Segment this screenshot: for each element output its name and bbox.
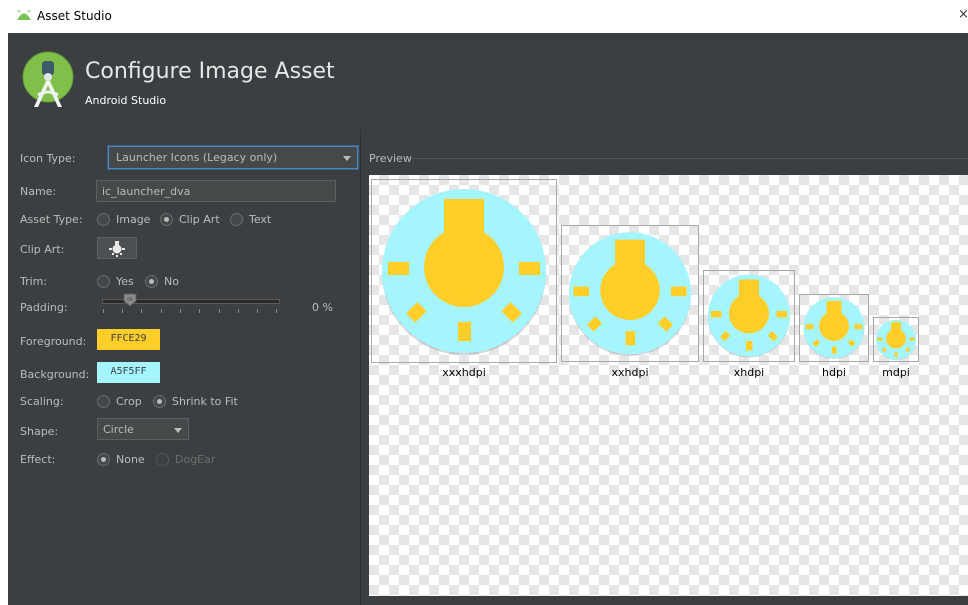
- trim-no-label: No: [164, 275, 179, 288]
- shape-dropdown[interactable]: Circle: [97, 418, 189, 440]
- trim-yes-radio[interactable]: [97, 275, 110, 288]
- android-icon: [17, 10, 31, 20]
- window-title-bar: Asset Studio ×: [0, 0, 968, 33]
- padding-label: Padding:: [20, 301, 68, 314]
- icon-preview-xxxhdpi: [378, 186, 550, 358]
- density-label-xhdpi: xhdpi: [733, 366, 765, 379]
- scaling-label: Scaling:: [20, 395, 64, 408]
- padding-value: 0 %: [312, 301, 333, 314]
- lightbulb-icon: [109, 241, 125, 257]
- name-value: ic_launcher_dva: [102, 185, 191, 198]
- effect-dogear-radio[interactable]: [156, 453, 169, 466]
- trim-label: Trim:: [20, 275, 48, 288]
- window-title: Asset Studio: [37, 9, 112, 23]
- preview-label: Preview: [369, 152, 412, 165]
- name-label: Name:: [20, 185, 57, 198]
- padding-slider-thumb[interactable]: [123, 293, 137, 307]
- asset-type-image-label: Image: [116, 213, 151, 226]
- icon-type-label: Icon Type:: [20, 152, 76, 165]
- name-field[interactable]: ic_launcher_dva: [96, 180, 336, 202]
- preview-separator: [412, 158, 968, 159]
- effect-label: Effect:: [20, 453, 56, 466]
- dialog-title: Configure Image Asset: [85, 59, 335, 84]
- close-button[interactable]: ×: [958, 7, 968, 22]
- density-label-mdpi: mdpi: [882, 366, 910, 379]
- foreground-color-button[interactable]: FFCE29: [97, 329, 160, 350]
- android-studio-logo: [22, 51, 74, 107]
- icon-type-dropdown[interactable]: Launcher Icons (Legacy only): [108, 146, 358, 169]
- icon-preview-mdpi: [875, 319, 917, 361]
- effect-dogear-label: DogEar: [175, 453, 216, 466]
- foreground-label: Foreground:: [20, 335, 87, 348]
- chevron-down-icon: [174, 428, 182, 433]
- density-label-xxhdpi: xxhdpi: [611, 366, 649, 379]
- dialog-subtitle: Android Studio: [85, 94, 167, 107]
- asset-type-image-radio[interactable]: [97, 213, 110, 226]
- clip-art-button[interactable]: [97, 237, 137, 259]
- chevron-down-icon: [343, 156, 351, 161]
- asset-type-clipart-radio[interactable]: [160, 213, 173, 226]
- scaling-crop-label: Crop: [116, 395, 142, 408]
- shape-label: Shape:: [20, 425, 59, 438]
- background-label: Background:: [20, 368, 90, 381]
- scaling-shrink-radio[interactable]: [153, 395, 166, 408]
- scaling-crop-radio[interactable]: [97, 395, 110, 408]
- icon-preview-hdpi: [802, 296, 866, 360]
- padding-slider-ticks: [103, 309, 277, 315]
- dialog-header: Configure Image Asset Android Studio: [8, 33, 968, 129]
- density-label-hdpi: hdpi: [822, 366, 846, 379]
- asset-type-clipart-label: Clip Art: [179, 213, 220, 226]
- scaling-shrink-label: Shrink to Fit: [172, 395, 238, 408]
- icon-preview-xxhdpi: [566, 230, 694, 358]
- trim-yes-label: Yes: [116, 275, 134, 288]
- density-label-xxxhdpi: xxxhdpi: [442, 366, 486, 379]
- clip-art-label: Clip Art:: [20, 243, 65, 256]
- asset-type-text-radio[interactable]: [230, 213, 243, 226]
- icon-preview-xhdpi: [706, 273, 792, 359]
- asset-type-text-label: Text: [249, 213, 272, 226]
- effect-none-radio[interactable]: [97, 453, 110, 466]
- icon-type-value: Launcher Icons (Legacy only): [116, 151, 278, 164]
- background-color-button[interactable]: A5F5FF: [97, 362, 160, 383]
- asset-type-label: Asset Type:: [20, 213, 83, 226]
- effect-none-label: None: [116, 453, 145, 466]
- shape-value: Circle: [103, 423, 134, 436]
- trim-no-radio[interactable]: [145, 275, 158, 288]
